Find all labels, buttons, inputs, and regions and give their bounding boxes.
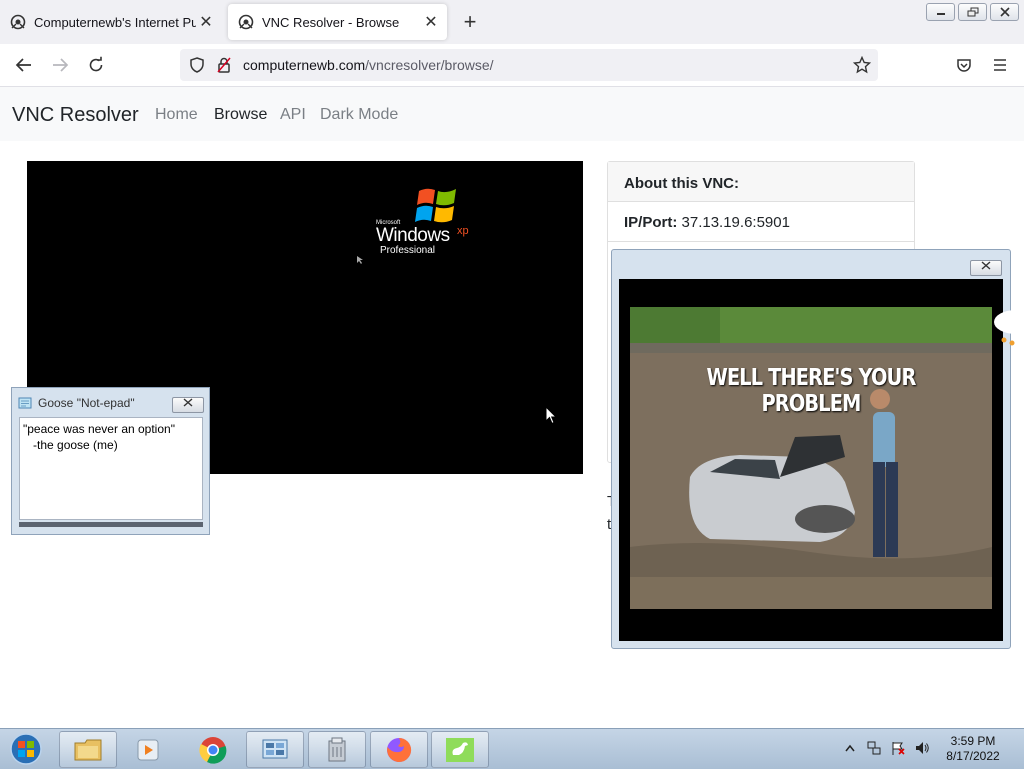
goose-icon [994, 310, 1024, 346]
small-cursor-icon [357, 256, 363, 264]
goose-notepad-window[interactable]: Goose "Not-epad" "peace was never an opt… [11, 387, 210, 535]
notepad-scrollbar[interactable] [19, 522, 203, 527]
chrome-icon [199, 736, 227, 764]
pocket-button[interactable] [952, 54, 976, 76]
url-path: /vncresolver/browse/ [365, 57, 494, 73]
logo-xp-text: xp [457, 225, 469, 237]
site-favicon-icon [238, 14, 254, 30]
restore-icon [967, 7, 978, 17]
meme-frame: WELL THERE'S YOUR PROBLEM [619, 279, 1003, 641]
notepad-close-button[interactable] [172, 397, 204, 413]
flooded-car-image [630, 307, 992, 609]
url-domain: computernewb.com [243, 57, 366, 73]
notepad-textarea[interactable]: "peace was never an option" -the goose (… [19, 417, 203, 520]
address-bar[interactable]: computernewb.com/vncresolver/browse/ [180, 49, 878, 81]
nav-link-api[interactable]: API [280, 106, 306, 124]
minimize-button[interactable] [926, 3, 955, 21]
taskbar-clock[interactable]: 3:59 PM 8/17/2022 [940, 734, 1006, 764]
arrow-right-icon [53, 58, 69, 72]
ip-port-row: IP/Port: 37.13.19.6:5901 [608, 202, 914, 242]
taskbar-recycle-app[interactable] [308, 731, 366, 768]
reload-button[interactable] [84, 54, 108, 76]
tab-title: VNC Resolver - Browse [262, 14, 400, 30]
media-player-icon [137, 739, 159, 760]
new-tab-button[interactable]: + [458, 10, 482, 34]
about-card-header: About this VNC: [608, 162, 914, 202]
show-hidden-icons-icon[interactable] [845, 744, 855, 752]
action-center-flag-icon[interactable] [890, 740, 906, 756]
windows-taskbar: 3:59 PM 8/17/2022 [0, 728, 1024, 769]
taskbar-control-panel[interactable] [246, 731, 304, 768]
tab-title: Computernewb's Internet Pub [34, 14, 196, 30]
arrow-left-icon [15, 58, 31, 72]
restore-button[interactable] [958, 3, 987, 21]
taskbar-firefox[interactable] [370, 731, 428, 768]
notepad-icon [18, 397, 32, 409]
nav-link-home[interactable]: Home [155, 106, 198, 124]
clock-time: 3:59 PM [950, 734, 996, 748]
firefox-icon [387, 737, 412, 762]
tab-bar: Computernewb's Internet Pub ✕ VNC Resolv… [0, 0, 1024, 44]
ip-port-label: IP/Port: [624, 214, 678, 231]
close-window-button[interactable] [990, 3, 1019, 21]
windows-start-orb-icon [10, 733, 42, 765]
close-icon [183, 398, 193, 407]
logo-edition-text: Professional [380, 245, 436, 256]
meme-image: WELL THERE'S YOUR PROBLEM [630, 307, 992, 609]
tab-close-icon[interactable]: ✕ [196, 12, 216, 32]
logo-windows-text: Windows [376, 225, 450, 246]
site-favicon-icon [10, 14, 26, 30]
notepad-titlebar[interactable]: Goose "Not-epad" [18, 396, 135, 410]
clock-date: 8/17/2022 [946, 749, 1000, 763]
reload-icon [89, 56, 103, 72]
goose-app-icon [446, 737, 474, 762]
taskbar-explorer[interactable] [59, 731, 117, 768]
shield-icon[interactable] [189, 57, 205, 73]
mouse-cursor-icon [545, 406, 557, 425]
folder-icon [74, 739, 102, 760]
minimize-icon [936, 13, 945, 15]
control-panel-icon [262, 739, 288, 758]
back-button[interactable] [12, 54, 36, 76]
windows-flag-icon [415, 188, 456, 223]
hamburger-menu-icon [994, 59, 1006, 71]
lock-icon[interactable] [217, 57, 231, 73]
bookmark-star-icon[interactable] [853, 56, 871, 74]
site-brand[interactable]: VNC Resolver [12, 104, 139, 127]
network-icon[interactable] [866, 740, 882, 756]
menu-button[interactable] [988, 54, 1012, 76]
url-text[interactable]: computernewb.com/vncresolver/browse/ [243, 57, 494, 73]
meme-close-button[interactable] [970, 260, 1002, 276]
taskbar-chrome[interactable] [184, 731, 242, 768]
forward-button[interactable] [48, 54, 72, 76]
meme-caption: WELL THERE'S YOUR PROBLEM [706, 365, 916, 417]
nav-link-browse[interactable]: Browse [214, 106, 267, 124]
close-icon [981, 261, 991, 270]
meme-window[interactable]: WELL THERE'S YOUR PROBLEM [611, 249, 1011, 649]
ip-port-value: 37.13.19.6:5901 [681, 214, 790, 231]
windows-xp-logo: Microsoft Windows xp Professional [375, 185, 485, 259]
close-icon [999, 7, 1010, 17]
pocket-icon [957, 59, 971, 72]
tab-vnc-resolver[interactable]: VNC Resolver - Browse ✕ [228, 4, 447, 40]
taskbar-media-player[interactable] [120, 731, 178, 768]
notepad-title: Goose "Not-epad" [38, 396, 135, 410]
navigation-toolbar: computernewb.com/vncresolver/browse/ [0, 44, 1024, 87]
tab-internet-pub[interactable]: Computernewb's Internet Pub ✕ [0, 4, 222, 40]
file-cabinet-icon [328, 737, 346, 761]
start-button[interactable] [4, 731, 46, 767]
tab-close-icon[interactable]: ✕ [421, 12, 441, 32]
site-navbar: VNC Resolver Home Browse API Dark Mode [0, 87, 1024, 141]
volume-icon[interactable] [914, 740, 930, 756]
taskbar-goose[interactable] [431, 731, 489, 768]
nav-link-dark-mode[interactable]: Dark Mode [320, 106, 398, 124]
